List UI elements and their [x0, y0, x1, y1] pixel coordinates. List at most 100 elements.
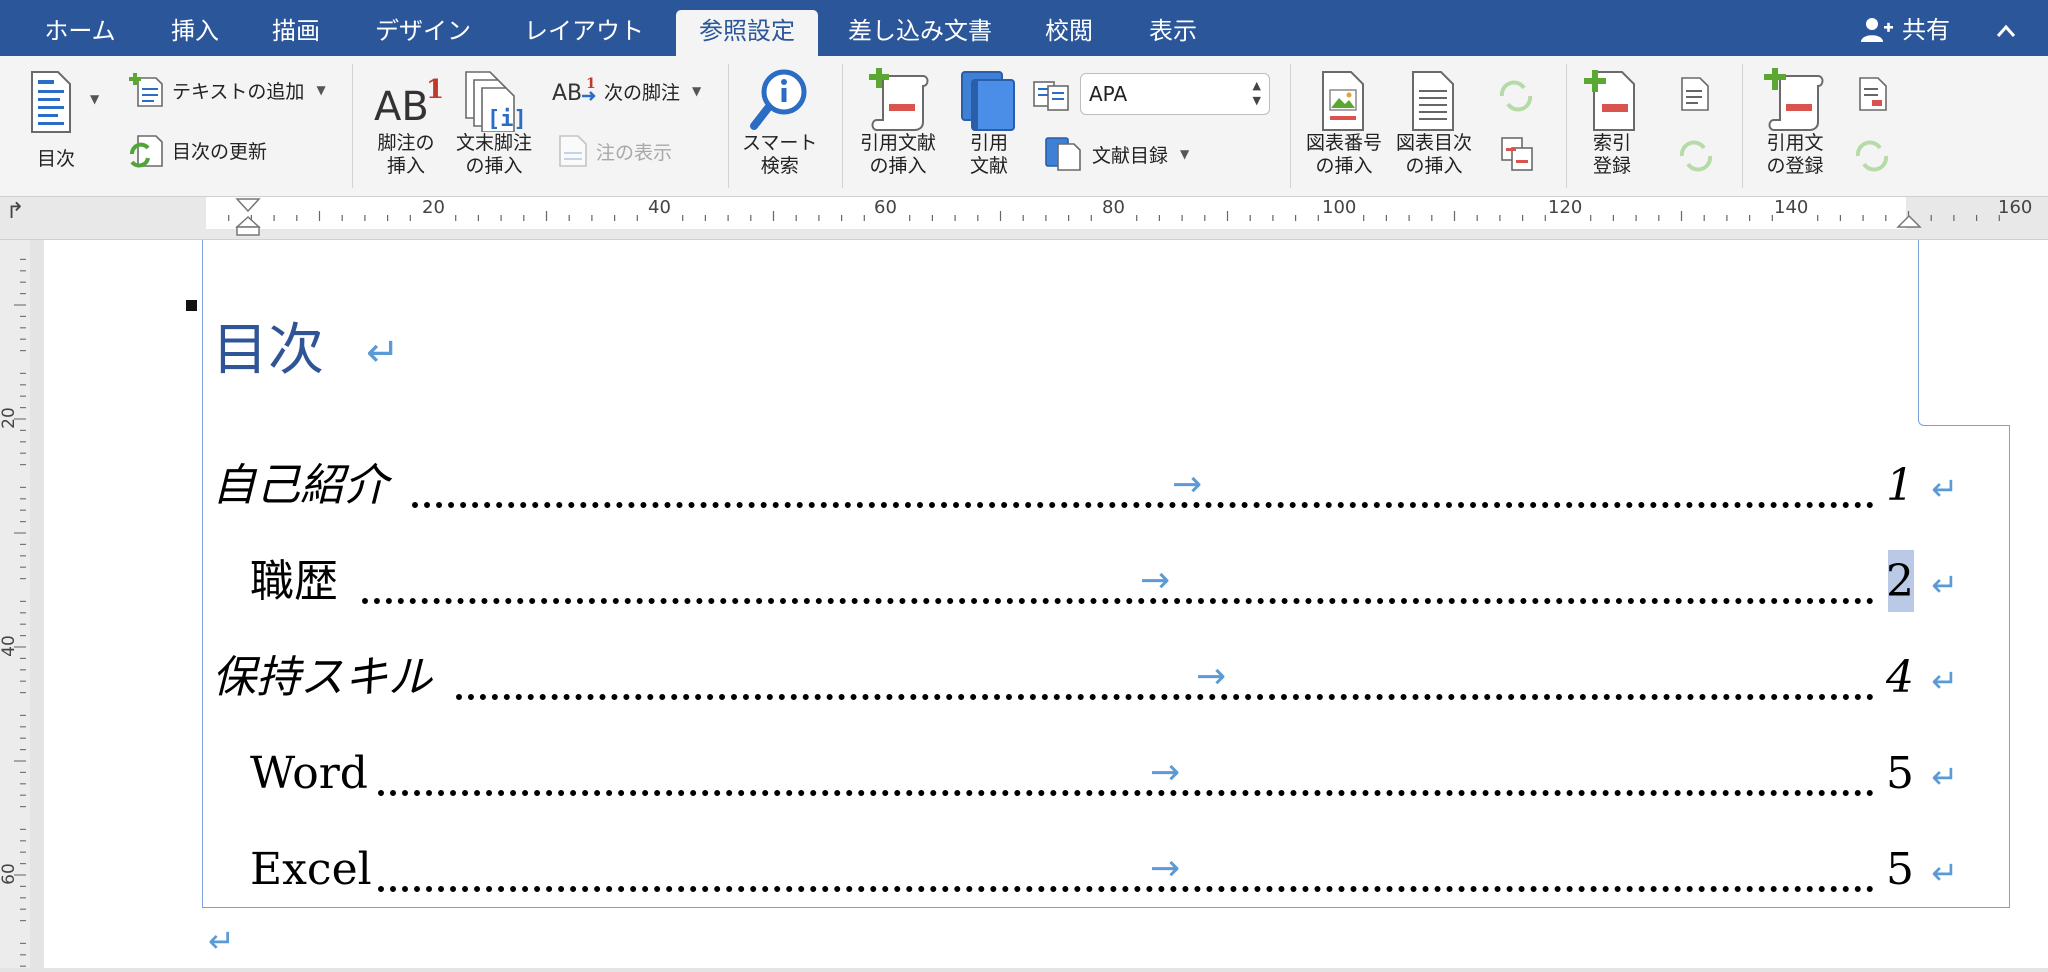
next-footnote-button[interactable]: AB 1 次の脚注 ▼	[552, 76, 701, 106]
collapse-ribbon-chevron-icon[interactable]	[1996, 12, 2016, 48]
toc-entry[interactable]: 自己紹介 → 1 ↵	[212, 458, 1972, 518]
tab-view[interactable]: 表示	[1140, 10, 1206, 56]
books-icon	[961, 71, 1015, 131]
cross-reference-icon[interactable]	[1500, 136, 1536, 176]
vertical-ruler-label: 60	[0, 863, 19, 885]
manage-sources-icon[interactable]	[1032, 78, 1072, 116]
add-text-button[interactable]: テキストの追加 ▼	[128, 72, 326, 108]
toc-entry-page: 4	[1886, 652, 1914, 703]
paragraph-handle[interactable]	[186, 300, 197, 311]
return-arrow-icon: ↵	[1931, 758, 1958, 796]
toc-label: 目次	[36, 148, 75, 170]
add-text-dropdown-icon: ▼	[316, 83, 326, 97]
add-text-label: テキストの追加	[172, 80, 305, 103]
return-arrow-icon: ↵	[1931, 854, 1958, 892]
toc-entry[interactable]: 保持スキル → 4 ↵	[212, 650, 1972, 710]
dot-leader	[378, 886, 1874, 892]
smart-lookup-label-1: スマート	[742, 132, 818, 154]
endnote-document-icon: [i]	[465, 71, 527, 132]
toc-dropdown-arrow-icon[interactable]: ▼	[90, 92, 99, 106]
right-arrow-icon: →	[1172, 464, 1203, 505]
add-text-icon	[129, 73, 163, 107]
insert-index-icon[interactable]	[1680, 76, 1710, 116]
return-arrow-icon: ↵	[1931, 566, 1958, 604]
mark-entry-button[interactable]: 索引 登録	[1584, 70, 1640, 178]
right-arrow-icon: →	[1150, 752, 1181, 793]
group-separator	[1290, 64, 1291, 188]
stepper-arrows-icon: ▲ ▼	[1252, 79, 1261, 107]
vertical-ruler-label: 40	[0, 635, 19, 657]
mark-entry-label-1: 索引	[1592, 132, 1631, 154]
insert-table-of-figures-button[interactable]: 図表目次 の挿入	[1396, 70, 1472, 178]
citations-button[interactable]: 引用 文献	[958, 68, 1020, 178]
vertical-ruler-label: 20	[0, 407, 19, 429]
return-arrow-icon: ↵	[1931, 662, 1958, 700]
mark-citation-label-1: 引用文	[1766, 132, 1824, 154]
group-separator	[728, 64, 729, 188]
toc-entry[interactable]: 職歴 → 2 ↵	[212, 550, 1972, 614]
insert-footnote-label-1: 脚注の	[377, 132, 435, 154]
ruler-label: 40	[648, 197, 671, 218]
mark-entry-icon	[1584, 70, 1635, 131]
ruler-label: 20	[422, 197, 445, 218]
toc-button[interactable]: 目次	[28, 70, 84, 171]
group-separator	[1742, 64, 1743, 188]
toc-entry-text: 保持スキル	[212, 652, 432, 703]
citations-label-1: 引用	[969, 132, 1008, 154]
citations-label-2: 文献	[969, 155, 1008, 177]
tab-layout[interactable]: レイアウト	[516, 10, 652, 56]
update-toc-label: 目次の更新	[172, 140, 268, 163]
smart-lookup-button[interactable]: スマート 検索	[742, 68, 817, 178]
show-notes-button[interactable]: 注の表示	[558, 134, 672, 168]
ruler-label: 120	[1548, 197, 1583, 218]
document-page[interactable]: 目次 ↵ 自己紹介 → 1 ↵ 職歴 → 2 ↵ 保持スキル → 4 ↵ Wor…	[44, 240, 2048, 968]
update-table-icon[interactable]	[1496, 78, 1536, 118]
svg-text:1: 1	[426, 75, 442, 105]
right-arrow-icon: →	[1140, 560, 1171, 601]
insert-citation-scroll-icon	[869, 68, 929, 131]
update-index-icon[interactable]	[1676, 138, 1716, 178]
insert-citation-button[interactable]: 引用文献 の挿入	[860, 68, 936, 178]
bibliography-button[interactable]: 文献目録 ▼	[1044, 136, 1189, 172]
tab-home[interactable]: ホーム	[28, 10, 132, 56]
insert-citation-label-1: 引用文献	[860, 132, 937, 154]
insert-table-of-authorities-icon[interactable]	[1858, 76, 1888, 116]
insert-footnote-button[interactable]: AB 1 脚注の 挿入	[370, 70, 442, 178]
tab-references[interactable]: 参照設定	[676, 10, 818, 56]
add-person-icon	[1861, 18, 1893, 42]
update-table-of-authorities-icon[interactable]	[1852, 138, 1892, 178]
group-separator	[1566, 64, 1567, 188]
ribbon: 目次 ▼ テキストの追加 ▼ 目次の更新 AB 1 脚注の 挿入 [i] 文末脚…	[0, 56, 2048, 197]
insert-endnote-button[interactable]: [i] 文末脚注 の挿入	[456, 70, 532, 178]
insert-caption-button[interactable]: 図表番号 の挿入	[1306, 70, 1382, 178]
return-arrow-icon: ↵	[1931, 470, 1958, 508]
tab-review[interactable]: 校閲	[1036, 10, 1102, 56]
toc-entry-text: Word	[250, 748, 368, 799]
update-toc-button[interactable]: 目次の更新	[128, 132, 267, 168]
citation-style-value: APA	[1089, 82, 1128, 106]
smart-lookup-label-2: 検索	[760, 155, 799, 177]
tab-draw[interactable]: 描画	[258, 10, 334, 56]
insert-table-of-figures-label-2: の挿入	[1405, 155, 1463, 177]
toc-entry[interactable]: Excel → 5 ↵	[212, 842, 1972, 902]
right-arrow-icon: →	[1150, 848, 1181, 889]
horizontal-ruler[interactable]: ↱ 20 40 60 80 100 120 140 160	[0, 197, 2048, 240]
share-button[interactable]: 共有	[1860, 12, 1950, 48]
toc-entry-page: 5	[1886, 748, 1914, 799]
tab-insert[interactable]: 挿入	[160, 10, 230, 56]
toc-entry[interactable]: Word → 5 ↵	[212, 746, 1972, 806]
show-notes-label: 注の表示	[596, 141, 673, 164]
tab-design[interactable]: デザイン	[360, 10, 486, 56]
dot-leader	[378, 790, 1874, 796]
next-footnote-label: 次の脚注	[604, 81, 681, 104]
mark-citation-label-2: の登録	[1766, 155, 1824, 177]
mark-citation-button[interactable]: 引用文 の登録	[1762, 68, 1828, 178]
citation-style-select[interactable]: APA ▲ ▼	[1080, 73, 1270, 115]
ruler-label: 100	[1322, 197, 1357, 218]
share-label: 共有	[1902, 16, 1950, 44]
ruler-label: 80	[1102, 197, 1125, 218]
tab-mailings[interactable]: 差し込み文書	[842, 10, 998, 56]
ribbon-tab-bar: ホーム 挿入 描画 デザイン レイアウト 参照設定 差し込み文書 校閲 表示 共…	[0, 0, 2048, 56]
update-toc-icon	[130, 135, 163, 168]
toc-entry-text: Excel	[250, 844, 372, 895]
